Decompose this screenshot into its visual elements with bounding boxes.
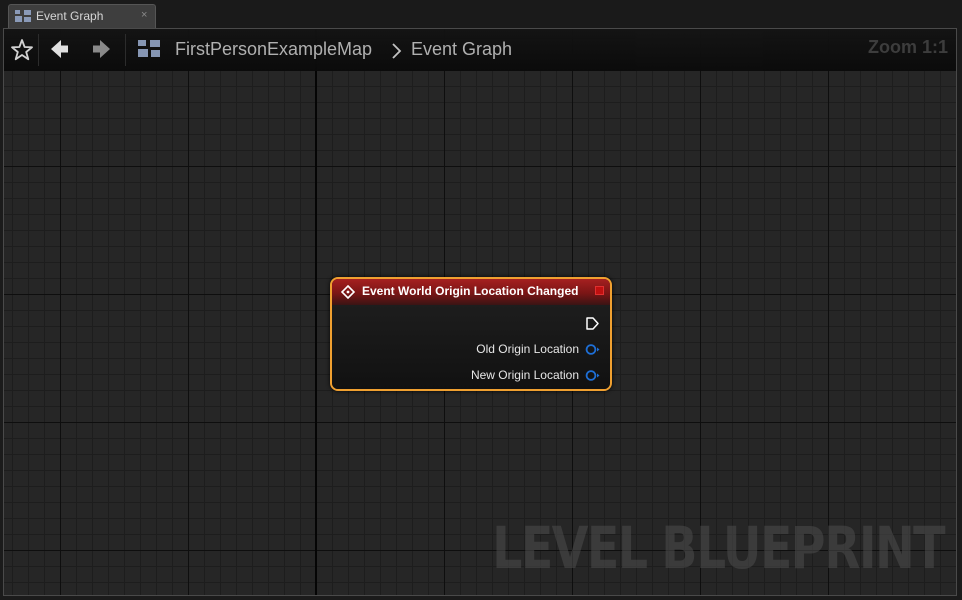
pin-label: Old Origin Location: [476, 342, 579, 356]
graph-icon: [15, 10, 31, 22]
back-arrow-icon[interactable]: [47, 37, 73, 63]
event-node[interactable]: Event World Origin Location Changed Old …: [330, 277, 612, 391]
tab-label: Event Graph: [36, 9, 104, 23]
node-body: Old Origin Location New Origin Location: [332, 305, 610, 389]
toolbar-separator: [125, 34, 126, 66]
event-icon: [341, 285, 355, 299]
star-icon[interactable]: [9, 37, 35, 63]
pin-new-origin-location[interactable]: New Origin Location: [471, 366, 600, 384]
close-icon[interactable]: ×: [141, 9, 147, 21]
pin-old-origin-location[interactable]: Old Origin Location: [476, 340, 600, 358]
breadcrumb-item-event-graph[interactable]: Event Graph: [411, 39, 512, 60]
tab-event-graph[interactable]: Event Graph ×: [8, 4, 156, 28]
node-title: Event World Origin Location Changed: [362, 284, 579, 298]
exec-icon[interactable]: [585, 316, 600, 330]
graph-origin-line: [315, 29, 317, 595]
vector-pin-icon[interactable]: [585, 369, 600, 382]
graph-canvas[interactable]: FirstPersonExampleMap Event Graph Zoom 1…: [3, 28, 957, 596]
level-blueprint-watermark: LEVEL BLUEPRINT: [492, 514, 945, 582]
tab-bar: Event Graph ×: [0, 0, 962, 29]
pin-label: New Origin Location: [470, 368, 579, 382]
graph-icon: [138, 40, 160, 57]
node-header[interactable]: Event World Origin Location Changed: [332, 279, 610, 305]
forward-arrow-icon[interactable]: [88, 37, 114, 63]
graph-toolbar: FirstPersonExampleMap Event Graph Zoom 1…: [4, 29, 956, 71]
delegate-output-pin[interactable]: [595, 286, 604, 295]
breadcrumb-item-map[interactable]: FirstPersonExampleMap: [175, 39, 372, 60]
pin-exec-out[interactable]: [585, 314, 600, 332]
chevron-right-icon: [392, 43, 402, 59]
vector-pin-icon[interactable]: [585, 343, 600, 356]
toolbar-separator: [38, 34, 39, 66]
zoom-level: Zoom 1:1: [867, 37, 948, 57]
